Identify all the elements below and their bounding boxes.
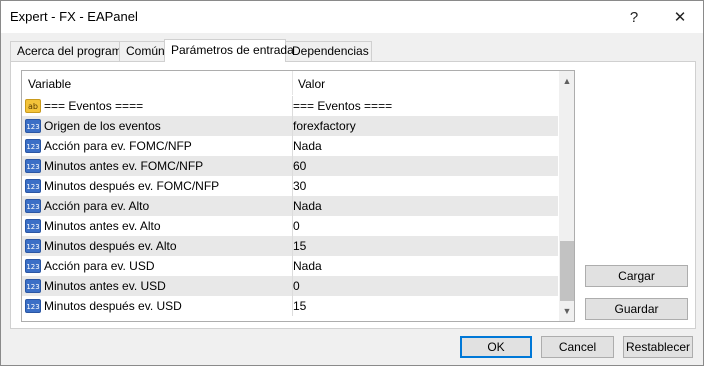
number-type-icon: 123 [25,299,41,313]
table-row[interactable]: 123 Minutos después ev. FOMC/NFP 30 [22,176,558,196]
reset-button[interactable]: Restablecer [623,336,693,358]
variable-value[interactable]: === Eventos ==== [293,99,392,113]
table-row[interactable]: 123 Acción para ev. Alto Nada [22,196,558,216]
variable-value[interactable]: 0 [293,219,300,233]
variable-name: Minutos antes ev. USD [44,279,166,293]
close-icon[interactable]: ✕ [657,1,703,33]
table-row[interactable]: 123 Acción para ev. USD Nada [22,256,558,276]
variable-value[interactable]: Nada [293,139,322,153]
column-divider[interactable] [292,71,293,95]
variable-name: Acción para ev. Alto [44,199,150,213]
column-header-variable[interactable]: Variable [28,77,71,91]
variable-name: Minutos después ev. USD [44,299,182,313]
grid-header: Variable Valor [22,71,558,95]
table-row[interactable]: 123 Acción para ev. FOMC/NFP Nada [22,136,558,156]
table-row[interactable]: 123 Minutos después ev. Alto 15 [22,236,558,256]
vertical-scrollbar[interactable]: ▲ ▼ [559,71,574,321]
column-header-valor[interactable]: Valor [298,77,325,91]
scroll-down-icon[interactable]: ▼ [559,303,574,319]
variable-value[interactable]: 60 [293,159,306,173]
save-button[interactable]: Guardar [585,298,688,320]
table-row[interactable]: 123 Minutos antes ev. USD 0 [22,276,558,296]
variable-value[interactable]: Nada [293,259,322,273]
number-type-icon: 123 [25,159,41,173]
variable-value[interactable]: forexfactory [293,119,356,133]
string-type-icon: ab [25,99,41,113]
table-row[interactable]: 123 Minutos antes ev. FOMC/NFP 60 [22,156,558,176]
scroll-thumb[interactable] [560,241,574,301]
tab-comun[interactable]: Común [119,41,165,61]
load-button[interactable]: Cargar [585,265,688,287]
table-row[interactable]: ab === Eventos ==== === Eventos ==== [22,96,558,116]
number-type-icon: 123 [25,179,41,193]
title-bar: Expert - FX - EAPanel ? ✕ [1,1,703,33]
window-title: Expert - FX - EAPanel [10,9,138,24]
table-row[interactable]: 123 Origen de los eventos forexfactory [22,116,558,136]
variable-value[interactable]: Nada [293,199,322,213]
help-icon[interactable]: ? [611,1,657,33]
tab-parametros[interactable]: Parámetros de entrada [164,39,294,62]
number-type-icon: 123 [25,259,41,273]
number-type-icon: 123 [25,139,41,153]
tab-panel: Variable Valor ab === Eventos ==== === E… [10,61,696,329]
cancel-button[interactable]: Cancel [541,336,614,358]
variable-name: Acción para ev. FOMC/NFP [44,139,192,153]
number-type-icon: 123 [25,119,41,133]
variable-name: Minutos antes ev. FOMC/NFP [44,159,204,173]
variable-value[interactable]: 0 [293,279,300,293]
variable-name: Minutos después ev. Alto [44,239,177,253]
number-type-icon: 123 [25,239,41,253]
variable-value[interactable]: 15 [293,299,306,313]
parameters-grid: Variable Valor ab === Eventos ==== === E… [21,70,575,322]
ok-button[interactable]: OK [460,336,532,358]
variable-name: Minutos antes ev. Alto [44,219,161,233]
number-type-icon: 123 [25,219,41,233]
variable-name: === Eventos ==== [44,99,144,113]
tab-dependencias[interactable]: Dependencias [285,41,372,61]
variable-name: Acción para ev. USD [44,259,155,273]
tab-acerca[interactable]: Acerca del programa [10,41,128,61]
variable-name: Origen de los eventos [44,119,161,133]
table-row[interactable]: 123 Minutos después ev. USD 15 [22,296,558,316]
variable-value[interactable]: 30 [293,179,306,193]
variable-name: Minutos después ev. FOMC/NFP [44,179,220,193]
variable-value[interactable]: 15 [293,239,306,253]
expert-dialog: Expert - FX - EAPanel ? ✕ Acerca del pro… [0,0,704,366]
number-type-icon: 123 [25,279,41,293]
table-row[interactable]: 123 Minutos antes ev. Alto 0 [22,216,558,236]
scroll-up-icon[interactable]: ▲ [559,73,574,89]
number-type-icon: 123 [25,199,41,213]
